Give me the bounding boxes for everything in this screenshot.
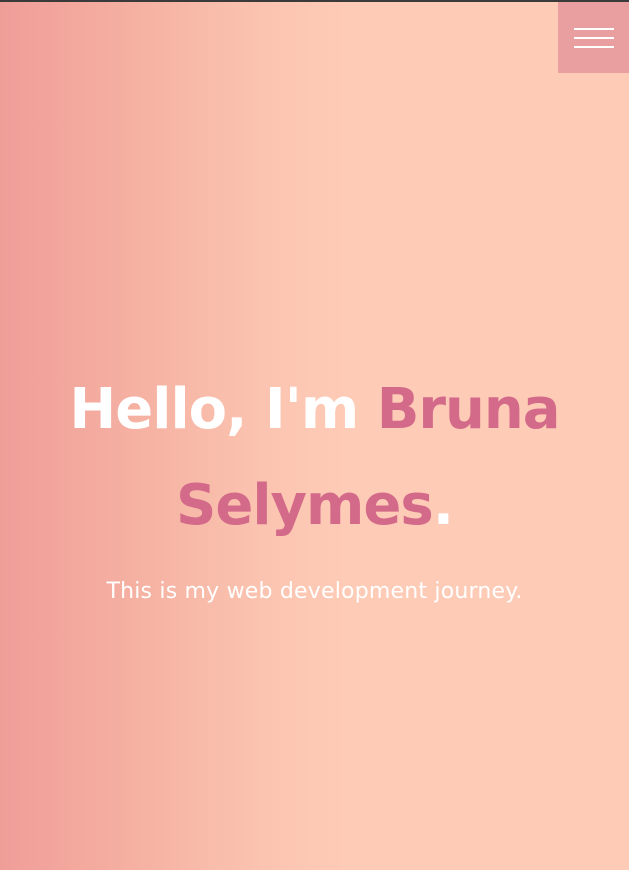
greeting-text: Hello, I'm (69, 377, 359, 442)
page: Hello, I'm Bruna Selymes. This is my web… (0, 0, 629, 870)
hamburger-menu-icon (574, 28, 614, 49)
first-name: Bruna (376, 377, 561, 442)
hero-section: Hello, I'm Bruna Selymes. This is my web… (0, 362, 629, 608)
headline-period: . (432, 473, 454, 538)
top-border (0, 0, 629, 2)
hero-tagline: This is my web development journey. (106, 579, 523, 604)
hero-headline: Hello, I'm Bruna Selymes. (0, 362, 629, 554)
last-name: Selymes (176, 473, 434, 538)
menu-button[interactable] (558, 2, 629, 73)
